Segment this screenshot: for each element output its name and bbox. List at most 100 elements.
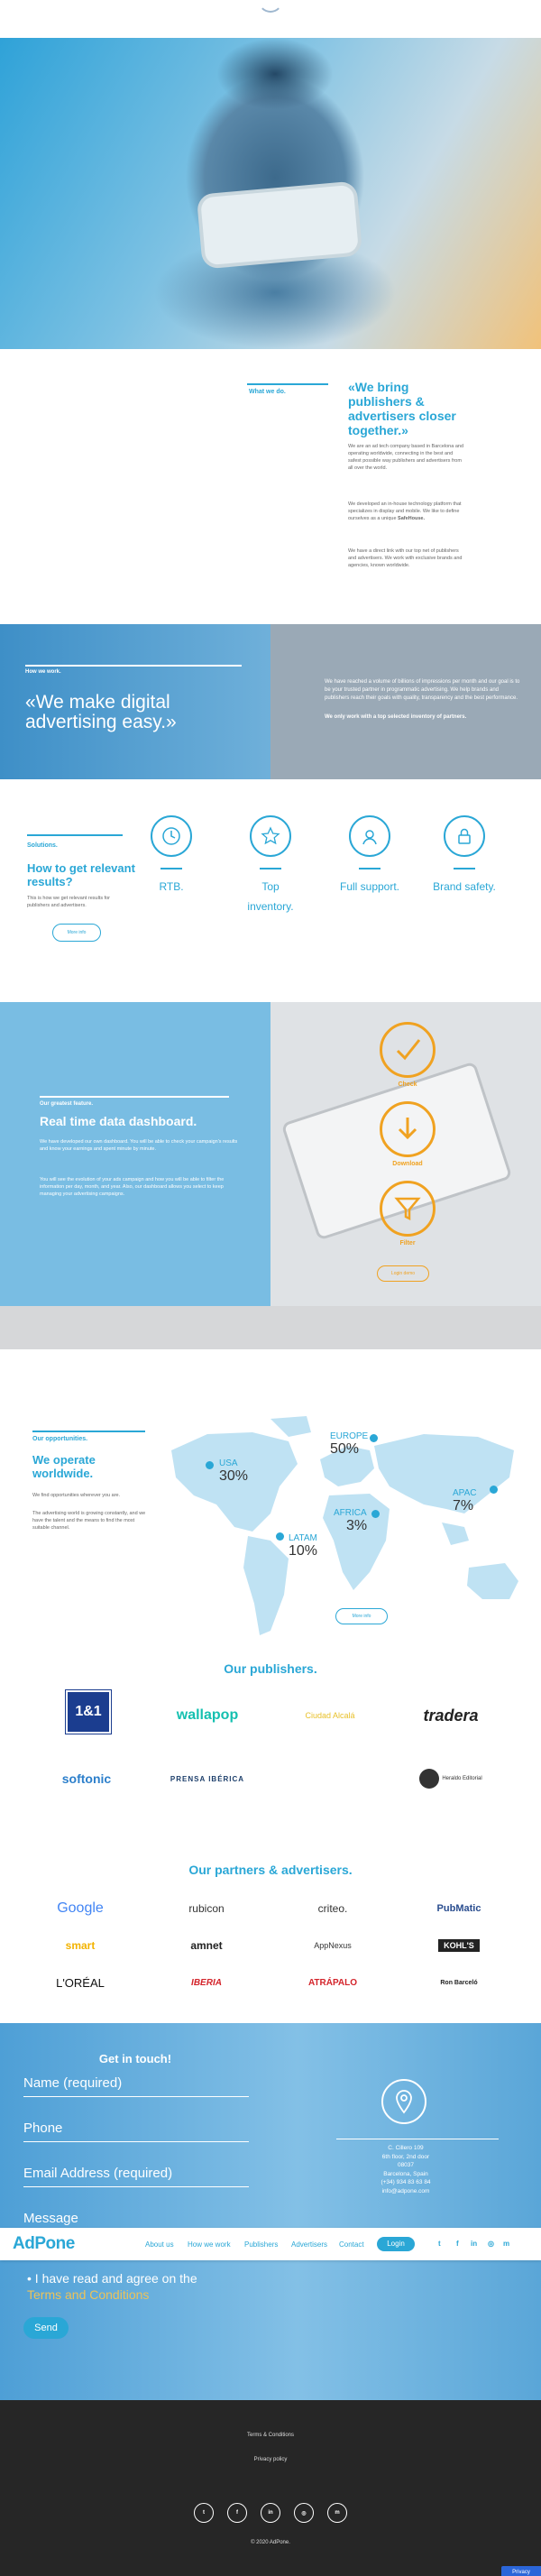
loader-icon xyxy=(258,0,283,13)
nav-about-us[interactable]: About us xyxy=(145,2240,174,2249)
paragraph-bold: We only work with a top selected invento… xyxy=(325,714,467,720)
region-percent: 10% xyxy=(289,1543,318,1559)
step-label: Check xyxy=(398,1081,417,1088)
login-button[interactable]: Login xyxy=(377,2237,415,2251)
paragraph: We are an ad tech company based in Barce… xyxy=(348,444,464,471)
service-label: Brand safety. xyxy=(433,880,496,893)
step-label: Filter xyxy=(399,1240,416,1247)
region-latam[interactable]: LATAM 10% xyxy=(289,1534,317,1559)
name-field[interactable]: Name (required) xyxy=(23,2075,249,2097)
region-africa[interactable]: AFRICA 3% xyxy=(334,1508,368,1534)
gray-band xyxy=(0,1306,541,1349)
lock-icon xyxy=(444,815,485,857)
address-line: 6th floor, 2nd door xyxy=(381,2153,430,2160)
medium-icon[interactable]: m xyxy=(503,2240,509,2248)
service-label: RTB. xyxy=(159,880,184,893)
twitter-icon[interactable]: t xyxy=(194,2503,214,2523)
navbar: AdPone About us How we work Publishers A… xyxy=(0,2228,541,2260)
publisher-logo: softonic xyxy=(61,1771,112,1786)
divider xyxy=(27,834,123,836)
apac-marker xyxy=(490,1486,498,1494)
paragraph: The advertising world is growing constan… xyxy=(32,1511,146,1531)
section-tag: Our opportunities. xyxy=(32,1436,88,1442)
step-check: Check xyxy=(376,1022,439,1088)
more-info-button[interactable]: More info xyxy=(52,924,101,942)
twitter-icon[interactable]: t xyxy=(438,2240,441,2248)
checkbox[interactable]: • xyxy=(27,2271,35,2286)
paragraph: This is how we get relevant results for … xyxy=(27,896,111,908)
adpone-logo[interactable]: AdPone xyxy=(13,2234,75,2254)
section-tag: What we do. xyxy=(249,389,286,395)
service-rtb[interactable]: RTB. xyxy=(131,815,212,897)
publisher-logo: wallapop xyxy=(176,1707,239,1723)
section-title: Our publishers. xyxy=(224,1661,317,1676)
clock-icon xyxy=(151,815,192,857)
email-field[interactable]: Email Address (required) xyxy=(23,2166,249,2187)
publisher-logo: PRENSA IBÉRICA xyxy=(170,1774,245,1783)
nav-advertisers[interactable]: Advertisers xyxy=(291,2240,327,2249)
terms-consent[interactable]: • I have read and agree on the Terms and… xyxy=(27,2270,234,2303)
instagram-icon[interactable]: ◎ xyxy=(488,2240,494,2248)
divider xyxy=(160,868,182,869)
partner-logo: ATRÁPALO xyxy=(307,1977,358,1988)
check-icon xyxy=(380,1022,436,1078)
phone-number[interactable]: (+34) 934 83 63 84 xyxy=(361,2178,451,2187)
terms-link[interactable]: Terms & Conditions xyxy=(0,2433,541,2438)
partner-logo: L'ORÉAL xyxy=(56,1975,105,1990)
region-percent: 3% xyxy=(346,1518,368,1533)
africa-marker xyxy=(371,1510,380,1518)
support-icon xyxy=(349,815,390,857)
section-title: Get in touch! xyxy=(98,2052,172,2065)
region-name: USA xyxy=(219,1458,238,1468)
region-europe[interactable]: EUROPE 50% xyxy=(330,1431,369,1458)
divider xyxy=(359,868,381,869)
medium-icon[interactable]: m xyxy=(327,2503,347,2523)
region-name: AFRICA xyxy=(334,1508,367,1518)
divider xyxy=(40,1096,229,1098)
address-line: C. Cillero 109 xyxy=(388,2145,424,2151)
hero-image xyxy=(0,38,541,349)
paragraph: We find opportunities wherever you are. xyxy=(32,1493,121,1498)
service-label: Full support. xyxy=(339,880,400,893)
send-button[interactable]: Send xyxy=(23,2317,69,2339)
section-tag: Solutions. xyxy=(27,842,58,849)
region-name: EUROPE xyxy=(330,1431,369,1441)
region-percent: 7% xyxy=(453,1498,474,1513)
more-info-button[interactable]: More info xyxy=(335,1608,388,1624)
dashboard-section: Check Download Filter Login demo Our gre… xyxy=(0,1002,541,1306)
divider xyxy=(454,868,475,869)
privacy-button[interactable]: Privacy xyxy=(501,2566,541,2576)
section-tag: How we work. xyxy=(25,669,61,675)
section-title: «We bring publishers & advertisers close… xyxy=(348,380,456,437)
nav-publishers[interactable]: Publishers xyxy=(244,2240,278,2249)
paragraph: We have a direct link with our top net o… xyxy=(348,548,463,568)
how-we-work-section: How we work. «We make digital advertisin… xyxy=(0,624,541,779)
facebook-icon[interactable]: f xyxy=(227,2503,247,2523)
email-link[interactable]: info@adpone.com xyxy=(361,2187,451,2196)
usa-marker xyxy=(206,1461,214,1469)
nav-how-we-work[interactable]: How we work xyxy=(188,2240,231,2249)
facebook-icon[interactable]: f xyxy=(456,2240,459,2248)
login-demo-button[interactable]: Login demo xyxy=(377,1265,429,1282)
terms-link[interactable]: Terms and Conditions xyxy=(27,2287,149,2302)
publisher-logo: Heraldo Editorial xyxy=(406,1761,496,1797)
service-full-support[interactable]: Full support. xyxy=(329,815,410,897)
linkedin-icon[interactable]: in xyxy=(471,2240,477,2248)
region-usa[interactable]: USA 30% xyxy=(219,1458,248,1485)
service-brand-safety[interactable]: Brand safety. xyxy=(424,815,505,897)
top-strip xyxy=(0,0,541,38)
logo-text: KOHL'S xyxy=(438,1939,480,1952)
nav-contact[interactable]: Contact xyxy=(339,2240,364,2249)
publishers-section: Our publishers. 1&1 wallapop Ciudad Alca… xyxy=(0,1651,541,1826)
instagram-icon[interactable]: ◎ xyxy=(294,2503,314,2523)
heraldo-mark xyxy=(419,1769,440,1789)
region-apac[interactable]: APAC 7% xyxy=(453,1489,477,1514)
dashboard-left-panel xyxy=(0,1002,270,1306)
region-percent: 50% xyxy=(330,1441,360,1457)
privacy-link[interactable]: Privacy policy xyxy=(0,2457,541,2462)
service-top-inventory[interactable]: Top inventory. xyxy=(230,815,311,916)
section-title: How to get relevant results? xyxy=(27,861,135,888)
partner-logo: smart xyxy=(65,1939,96,1952)
phone-field[interactable]: Phone xyxy=(23,2121,249,2142)
linkedin-icon[interactable]: in xyxy=(261,2503,280,2523)
